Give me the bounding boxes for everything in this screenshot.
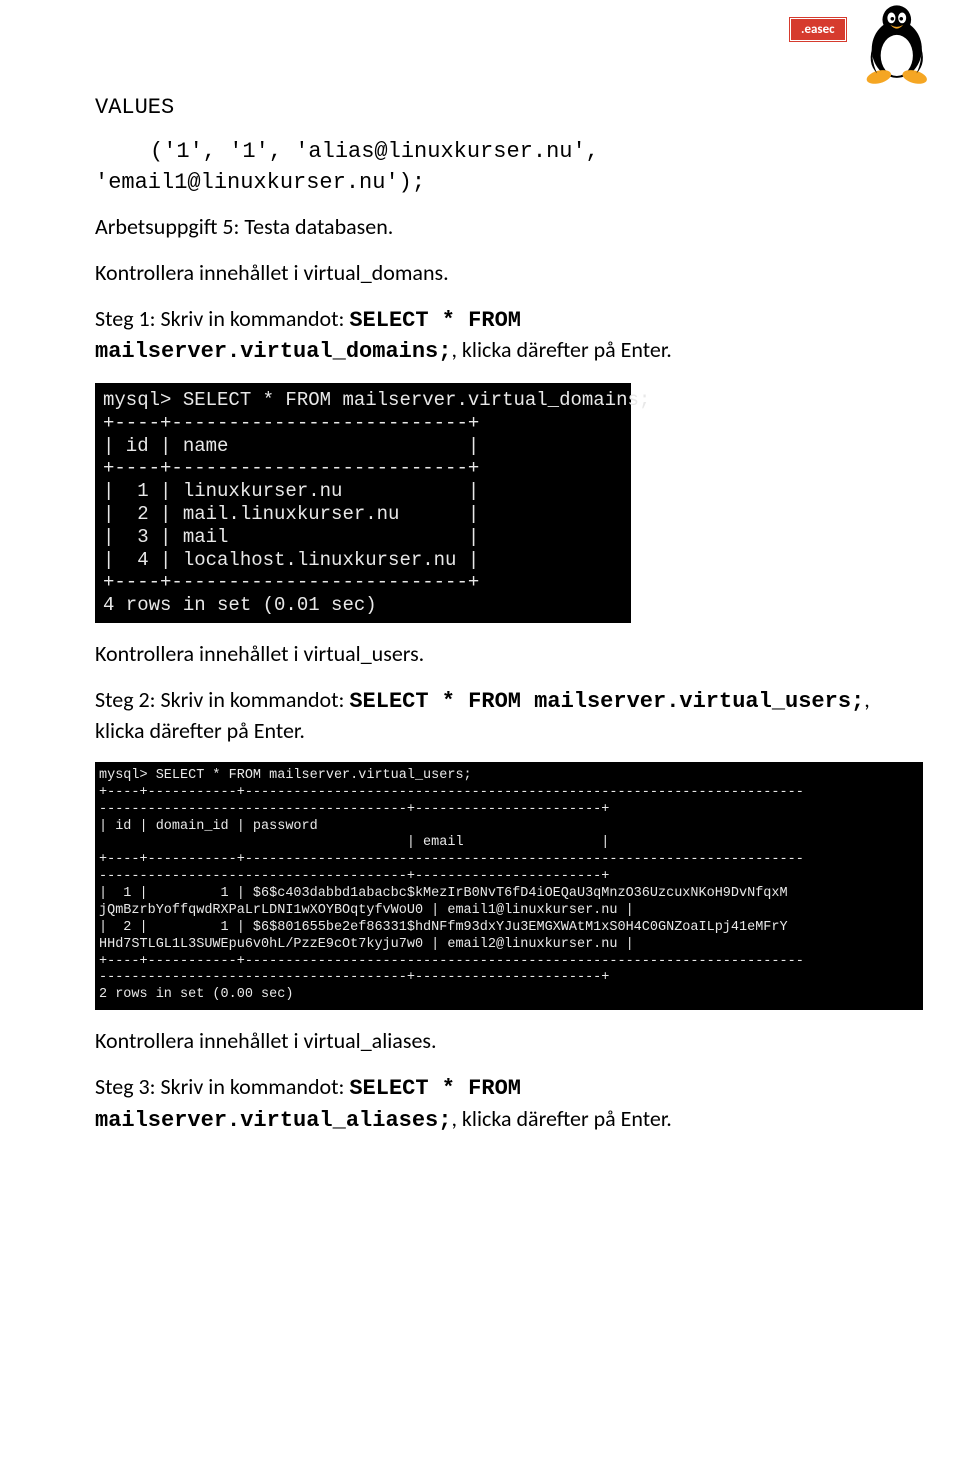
document-page: .easec VALUES ('1', '1', 'alias@linuxkur… [0, 0, 960, 1191]
paragraph-1: Kontrollera innehållet i virtual_domans. [95, 258, 890, 288]
values-block: VALUES ('1', '1', 'alias@linuxkurser.nu'… [95, 95, 890, 196]
paragraph-3: Kontrollera innehållet i virtual_aliases… [95, 1026, 890, 1056]
values-line-1: ('1', '1', 'alias@linuxkurser.nu', [150, 139, 890, 165]
task-heading: Arbetsuppgift 5: Testa databasen. [95, 212, 890, 242]
step-3: Steg 3: Skriv in kommandot: SELECT * FRO… [95, 1072, 890, 1135]
step-1-suffix: , klicka därefter på Enter. [451, 336, 671, 363]
paragraph-2: Kontrollera innehållet i virtual_users. [95, 639, 890, 669]
step-3-suffix: , klicka därefter på Enter. [451, 1105, 671, 1132]
step-2-cmd: SELECT * FROM mailserver.virtual_users; [349, 689, 864, 714]
terminal-output-1: mysql> SELECT * FROM mailserver.virtual_… [95, 383, 631, 623]
logo-area: .easec [850, 0, 940, 85]
step-2: Steg 2: Skriv in kommandot: SELECT * FRO… [95, 685, 890, 746]
step-3-prefix: Steg 3: Skriv in kommandot: [95, 1073, 349, 1100]
penguin-icon: .easec [850, 0, 940, 85]
values-line-2: 'email1@linuxkurser.nu'); [95, 170, 890, 196]
step-2-prefix: Steg 2: Skriv in kommandot: [95, 686, 349, 713]
easec-badge: .easec [790, 18, 846, 41]
values-heading: VALUES [95, 95, 890, 121]
step-1-prefix: Steg 1: Skriv in kommandot: [95, 305, 349, 332]
step-1: Steg 1: Skriv in kommandot: SELECT * FRO… [95, 304, 890, 367]
terminal-output-2: mysql> SELECT * FROM mailserver.virtual_… [95, 762, 923, 1010]
